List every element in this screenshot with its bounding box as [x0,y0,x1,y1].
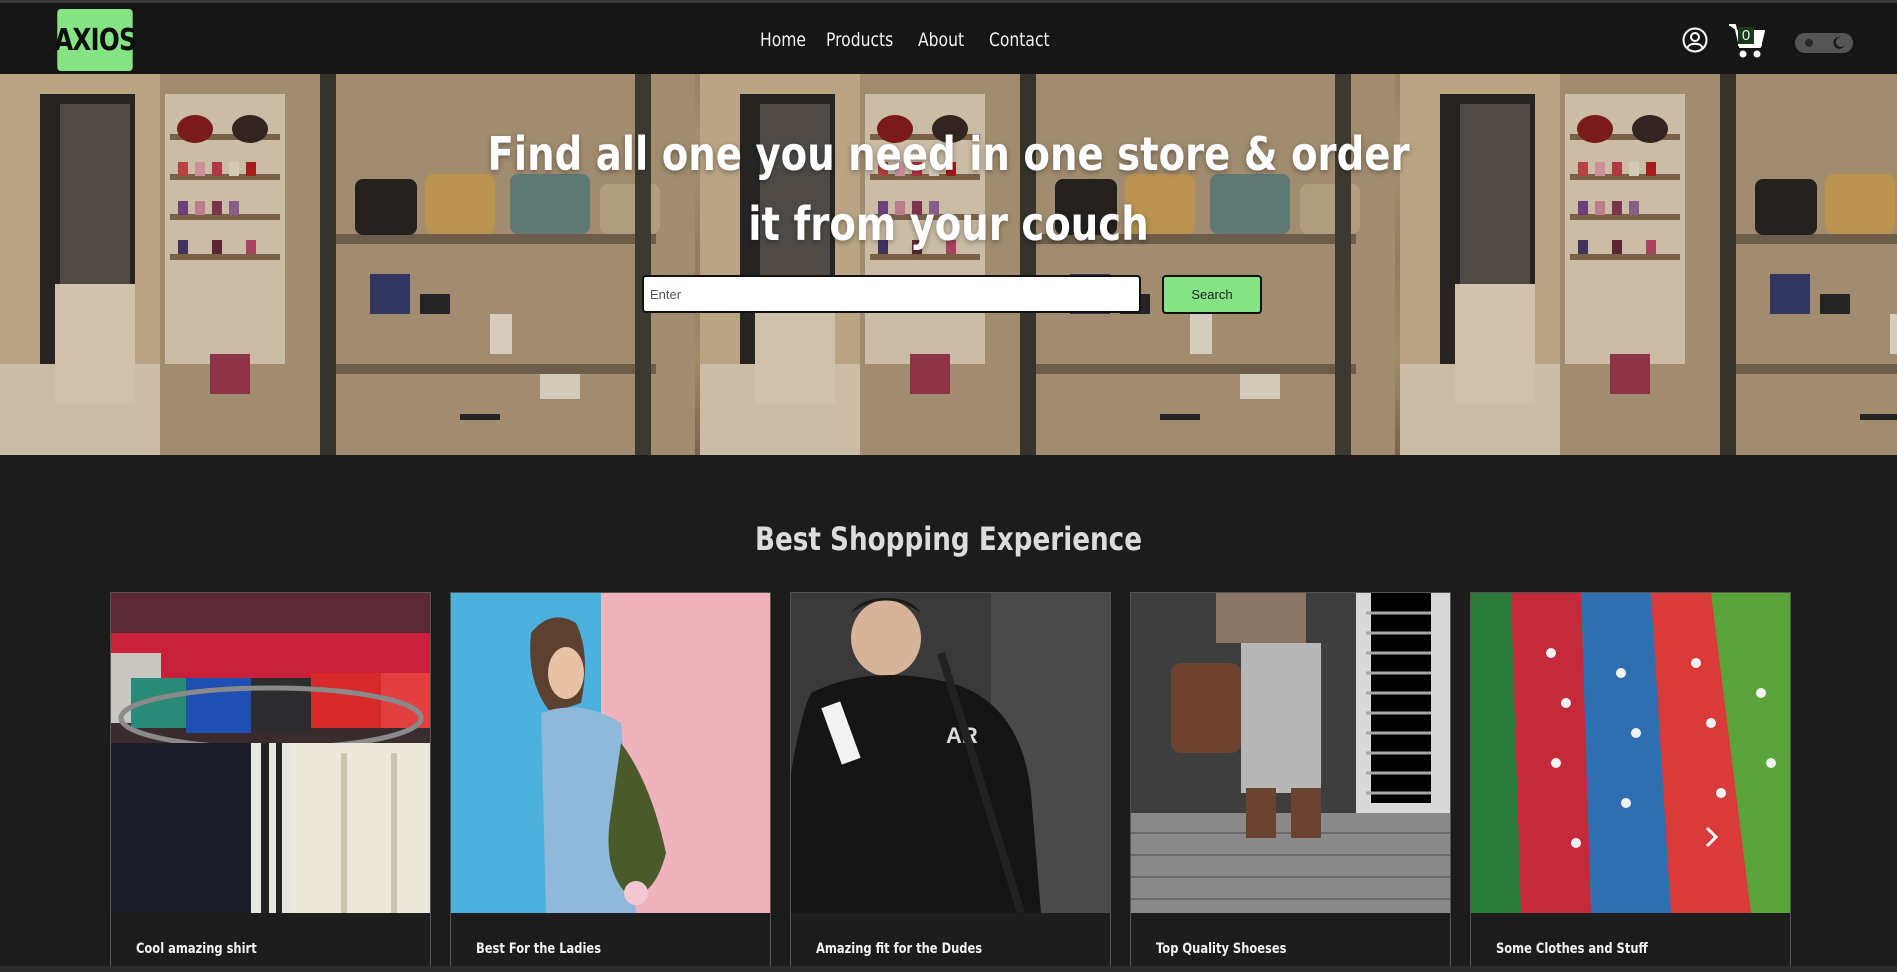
hero-banner: Find all one you need in one store & ord… [0,74,1897,455]
product-card[interactable]: Best For the Ladies [450,592,771,972]
nav-products[interactable]: Products [826,29,901,51]
sun-icon [1805,39,1813,47]
theme-toggle[interactable] [1795,33,1853,53]
product-caption: Amazing fit for the Dudes [816,941,983,957]
site-header: AXIOS Home Products About Contact 0 [0,3,1897,74]
section-title: Best Shopping Experience [754,520,1143,558]
product-image-shoes [1131,593,1450,913]
hero-title-line-1: Find all one you need in one store & ord… [487,127,1410,181]
user-account-icon[interactable] [1682,27,1708,53]
product-card[interactable]: Cool amazing shirt [110,592,431,972]
nav-about[interactable]: About [918,29,976,51]
nav-contact[interactable]: Contact [989,29,1055,51]
product-image-shirts [111,593,430,913]
moon-icon [1833,36,1845,49]
product-caption: Some Clothes and Stuff [1496,941,1648,957]
product-image-ladies [451,593,770,913]
search-button[interactable]: Search [1162,275,1262,314]
main-nav: Home Products About Contact [760,29,1069,51]
logo[interactable]: AXIOS [54,9,137,71]
search-input[interactable] [642,275,1141,313]
hero-title-line-2: it from your couch [748,197,1149,251]
product-card[interactable]: Top Quality Shoeses [1130,592,1451,972]
cart-count-badge: 0 [1738,27,1754,44]
product-image-dudes: AR [791,593,1110,913]
product-image-ties [1471,593,1790,913]
product-caption: Top Quality Shoeses [1156,941,1287,957]
product-caption: Cool amazing shirt [136,941,257,957]
product-caption: Best For the Ladies [476,941,602,957]
nav-home[interactable]: Home [760,29,816,51]
scroll-edge [0,966,1897,972]
product-card[interactable]: Some Clothes and Stuff [1470,592,1791,972]
chevron-right-icon[interactable] [1697,823,1725,851]
product-card[interactable]: AR Amazing fit for the Dudes [790,592,1111,972]
